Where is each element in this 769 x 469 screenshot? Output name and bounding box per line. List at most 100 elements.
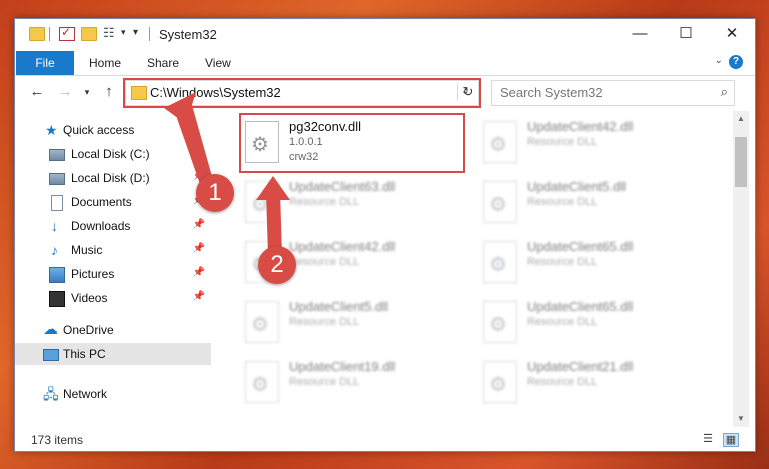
sidebar-item-label: OneDrive xyxy=(63,323,114,337)
file-name: UpdateClient5.dll xyxy=(289,299,389,314)
file-list: pg32conv.dll 1.0.0.1 crw32 UpdateClient4… xyxy=(221,111,733,427)
file-name: UpdateClient19.dll xyxy=(289,359,396,374)
sidebar-item-label: Local Disk (D:) xyxy=(71,171,150,185)
tab-view[interactable]: View xyxy=(205,51,231,75)
pin-icon: 📌 xyxy=(192,219,205,230)
file-description: Resource DLL xyxy=(289,316,360,328)
star-icon: ★ xyxy=(45,122,58,138)
pin-icon: 📌 xyxy=(192,147,205,158)
toolbar-divider xyxy=(49,27,50,41)
sidebar-item-label: Downloads xyxy=(71,219,131,233)
file-name: UpdateClient65.dll xyxy=(527,239,634,254)
callout-step-2: 2 xyxy=(258,246,296,284)
address-row: ← → ▾ ↑ C:\Windows\System32 ⌄ ↻ Search S… xyxy=(15,76,755,110)
details-view-icon[interactable]: ☰ xyxy=(701,433,715,445)
dll-file-icon xyxy=(483,301,517,343)
file-description: Resource DLL xyxy=(527,196,598,208)
title-bar: ☷ ▾ ▾ System32 — ☐ ✕ xyxy=(15,19,755,49)
documents-icon xyxy=(51,195,63,211)
pin-icon: 📌 xyxy=(192,267,205,278)
tab-home[interactable]: Home xyxy=(89,51,121,75)
scroll-up-icon[interactable]: ▲ xyxy=(733,111,749,127)
dll-file-icon xyxy=(483,121,517,163)
file-name: UpdateClient65.dll xyxy=(527,299,634,314)
sidebar-item-network[interactable]: 🖧 Network xyxy=(15,383,211,405)
sidebar-item-label: Music xyxy=(71,243,103,257)
file-description: Resource DLL xyxy=(289,256,360,268)
file-description: Resource DLL xyxy=(289,376,360,388)
file-name: UpdateClient21.dll xyxy=(527,359,634,374)
videos-icon xyxy=(49,291,65,307)
network-icon: 🖧 xyxy=(43,386,59,402)
back-button[interactable]: ← xyxy=(27,82,47,102)
search-icon[interactable]: ⌕ xyxy=(721,84,728,100)
minimize-button[interactable]: — xyxy=(617,19,663,49)
file-description: Resource DLL xyxy=(527,316,598,328)
file-item[interactable]: UpdateClient65.dll Resource DLL xyxy=(471,293,707,349)
dll-file-icon xyxy=(483,361,517,403)
sidebar-item-videos[interactable]: Videos 📌 xyxy=(15,287,211,309)
file-name: UpdateClient63.dll xyxy=(289,179,396,194)
window-title: System32 xyxy=(159,27,217,42)
file-item[interactable]: UpdateClient19.dll Resource DLL xyxy=(233,353,469,409)
file-description: Resource DLL xyxy=(527,256,598,268)
file-explorer-window: ☷ ▾ ▾ System32 — ☐ ✕ File Home Share Vie… xyxy=(14,18,756,452)
sidebar-item-label: Local Disk (C:) xyxy=(71,147,150,161)
callout-step-1: 1 xyxy=(196,174,234,212)
sidebar-item-label: This PC xyxy=(63,347,106,361)
dll-file-icon xyxy=(483,241,517,283)
file-description: Resource DLL xyxy=(527,136,598,148)
file-item[interactable]: UpdateClient63.dll Resource DLL xyxy=(233,173,469,229)
sidebar-item-local-disk-c[interactable]: Local Disk (C:) 📌 xyxy=(15,143,211,165)
sidebar-item-documents[interactable]: Documents 📌 xyxy=(15,191,211,213)
folder-icon[interactable] xyxy=(29,27,45,41)
file-item[interactable]: UpdateClient21.dll Resource DLL xyxy=(471,353,707,409)
scroll-thumb[interactable] xyxy=(735,137,747,187)
maximize-button[interactable]: ☐ xyxy=(663,19,709,49)
sidebar-item-quick-access[interactable]: ★ Quick access xyxy=(15,119,211,141)
sidebar-item-downloads[interactable]: ↓ Downloads 📌 xyxy=(15,215,211,237)
tiles-view-icon[interactable]: ▦ xyxy=(723,433,739,447)
address-highlight-box xyxy=(123,78,481,108)
sidebar-item-this-pc[interactable]: This PC xyxy=(15,343,211,365)
customize-toolbar-icon[interactable]: ▾ xyxy=(133,27,138,38)
pictures-icon xyxy=(49,267,65,283)
sidebar-item-music[interactable]: ♪ Music 📌 xyxy=(15,239,211,261)
tab-file[interactable]: File xyxy=(16,51,74,75)
properties-check-icon[interactable] xyxy=(59,25,75,41)
navigation-pane: ★ Quick access Local Disk (C:) 📌 Local D… xyxy=(15,111,213,427)
sidebar-item-label: Quick access xyxy=(63,123,135,137)
recent-locations-icon[interactable]: ▾ xyxy=(77,82,97,102)
file-item[interactable]: UpdateClient5.dll Resource DLL xyxy=(233,293,469,349)
dll-file-icon xyxy=(245,301,279,343)
sidebar-item-pictures[interactable]: Pictures 📌 xyxy=(15,263,211,285)
sidebar-item-local-disk-d[interactable]: Local Disk (D:) 📌 xyxy=(15,167,211,189)
title-divider xyxy=(149,27,150,41)
expand-ribbon-icon[interactable]: ⌄ xyxy=(715,55,723,66)
sidebar-item-label: Videos xyxy=(71,291,108,305)
computer-icon xyxy=(43,349,59,361)
customize-view-icon[interactable]: ☷ xyxy=(103,26,117,39)
sidebar-item-onedrive[interactable]: ☁ OneDrive xyxy=(15,319,211,341)
dll-file-icon xyxy=(245,361,279,403)
tab-share[interactable]: Share xyxy=(147,51,179,75)
up-button[interactable]: ↑ xyxy=(99,82,119,102)
forward-button[interactable]: → xyxy=(55,82,75,102)
scroll-down-icon[interactable]: ▼ xyxy=(733,411,749,427)
drive-icon xyxy=(49,149,65,161)
search-input[interactable]: Search System32 ⌕ xyxy=(491,80,735,106)
file-item[interactable]: UpdateClient42.dll Resource DLL xyxy=(471,113,707,169)
help-icon[interactable]: ? xyxy=(729,55,743,69)
file-item[interactable]: UpdateClient5.dll Resource DLL xyxy=(471,173,707,229)
new-folder-icon[interactable] xyxy=(81,27,97,41)
onedrive-icon: ☁ xyxy=(43,321,58,338)
file-item[interactable]: UpdateClient65.dll Resource DLL xyxy=(471,233,707,289)
close-button[interactable]: ✕ xyxy=(709,19,755,49)
vertical-scrollbar[interactable]: ▲ ▼ xyxy=(733,111,749,427)
quick-access-dropdown-icon[interactable]: ▾ xyxy=(121,27,126,38)
pin-icon: 📌 xyxy=(192,243,205,254)
music-icon: ♪ xyxy=(51,242,58,258)
item-count: 173 items xyxy=(31,433,84,447)
dll-file-icon xyxy=(483,181,517,223)
file-highlight-box xyxy=(239,113,465,173)
